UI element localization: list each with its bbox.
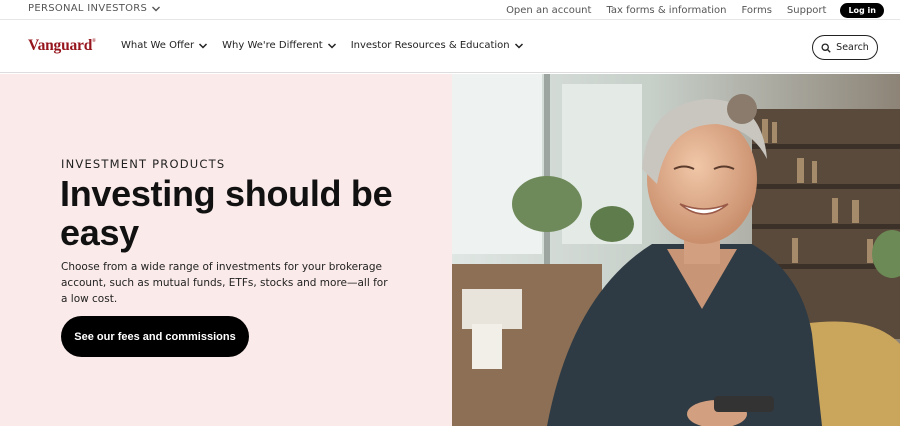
nav-item-label: Investor Resources & Education (350, 40, 510, 51)
audience-label: PERSONAL INVESTORS (28, 3, 148, 14)
utility-bar: PERSONAL INVESTORS Open an account Tax f… (0, 0, 900, 20)
search-button[interactable]: Search (812, 35, 878, 60)
nav-why-different[interactable]: Why We're Different (222, 40, 337, 51)
main-nav: Vanguard® What We Offer Why We're Differ… (0, 21, 900, 73)
nav-investor-resources[interactable]: Investor Resources & Education (351, 40, 524, 51)
nav-menu: What We Offer Why We're Different Invest… (121, 40, 538, 51)
hero-panel: INVESTMENT PRODUCTS Investing should be … (0, 74, 452, 426)
forms-link[interactable]: Forms (742, 5, 772, 16)
support-link[interactable]: Support (787, 5, 827, 16)
chevron-down-icon (327, 42, 336, 49)
search-label: Search (836, 42, 869, 53)
search-icon (821, 42, 831, 53)
fees-commissions-button[interactable]: See our fees and commissions (61, 316, 249, 357)
logo-text: Vanguard (28, 37, 93, 54)
nav-what-we-offer[interactable]: What We Offer (121, 40, 208, 51)
tax-forms-link[interactable]: Tax forms & information (606, 5, 726, 16)
nav-item-label: Why We're Different (222, 40, 323, 51)
smiling-woman-photo (452, 74, 900, 426)
registered-mark: ® (92, 39, 96, 44)
hero-photo (452, 74, 900, 426)
open-account-link[interactable]: Open an account (506, 5, 591, 16)
vanguard-logo[interactable]: Vanguard® (28, 37, 96, 55)
hero-eyebrow: INVESTMENT PRODUCTS (61, 157, 226, 171)
chevron-down-icon (152, 6, 161, 11)
nav-item-label: What We Offer (121, 40, 195, 51)
hero-headline: Investing should be easy (60, 173, 393, 253)
chevron-down-icon (199, 42, 208, 49)
utility-links: Open an account Tax forms & information … (491, 3, 884, 18)
chevron-down-icon (514, 42, 523, 49)
login-button[interactable]: Log in (840, 3, 884, 18)
hero-body: Choose from a wide range of investments … (61, 261, 388, 305)
audience-selector[interactable]: PERSONAL INVESTORS (28, 3, 161, 14)
